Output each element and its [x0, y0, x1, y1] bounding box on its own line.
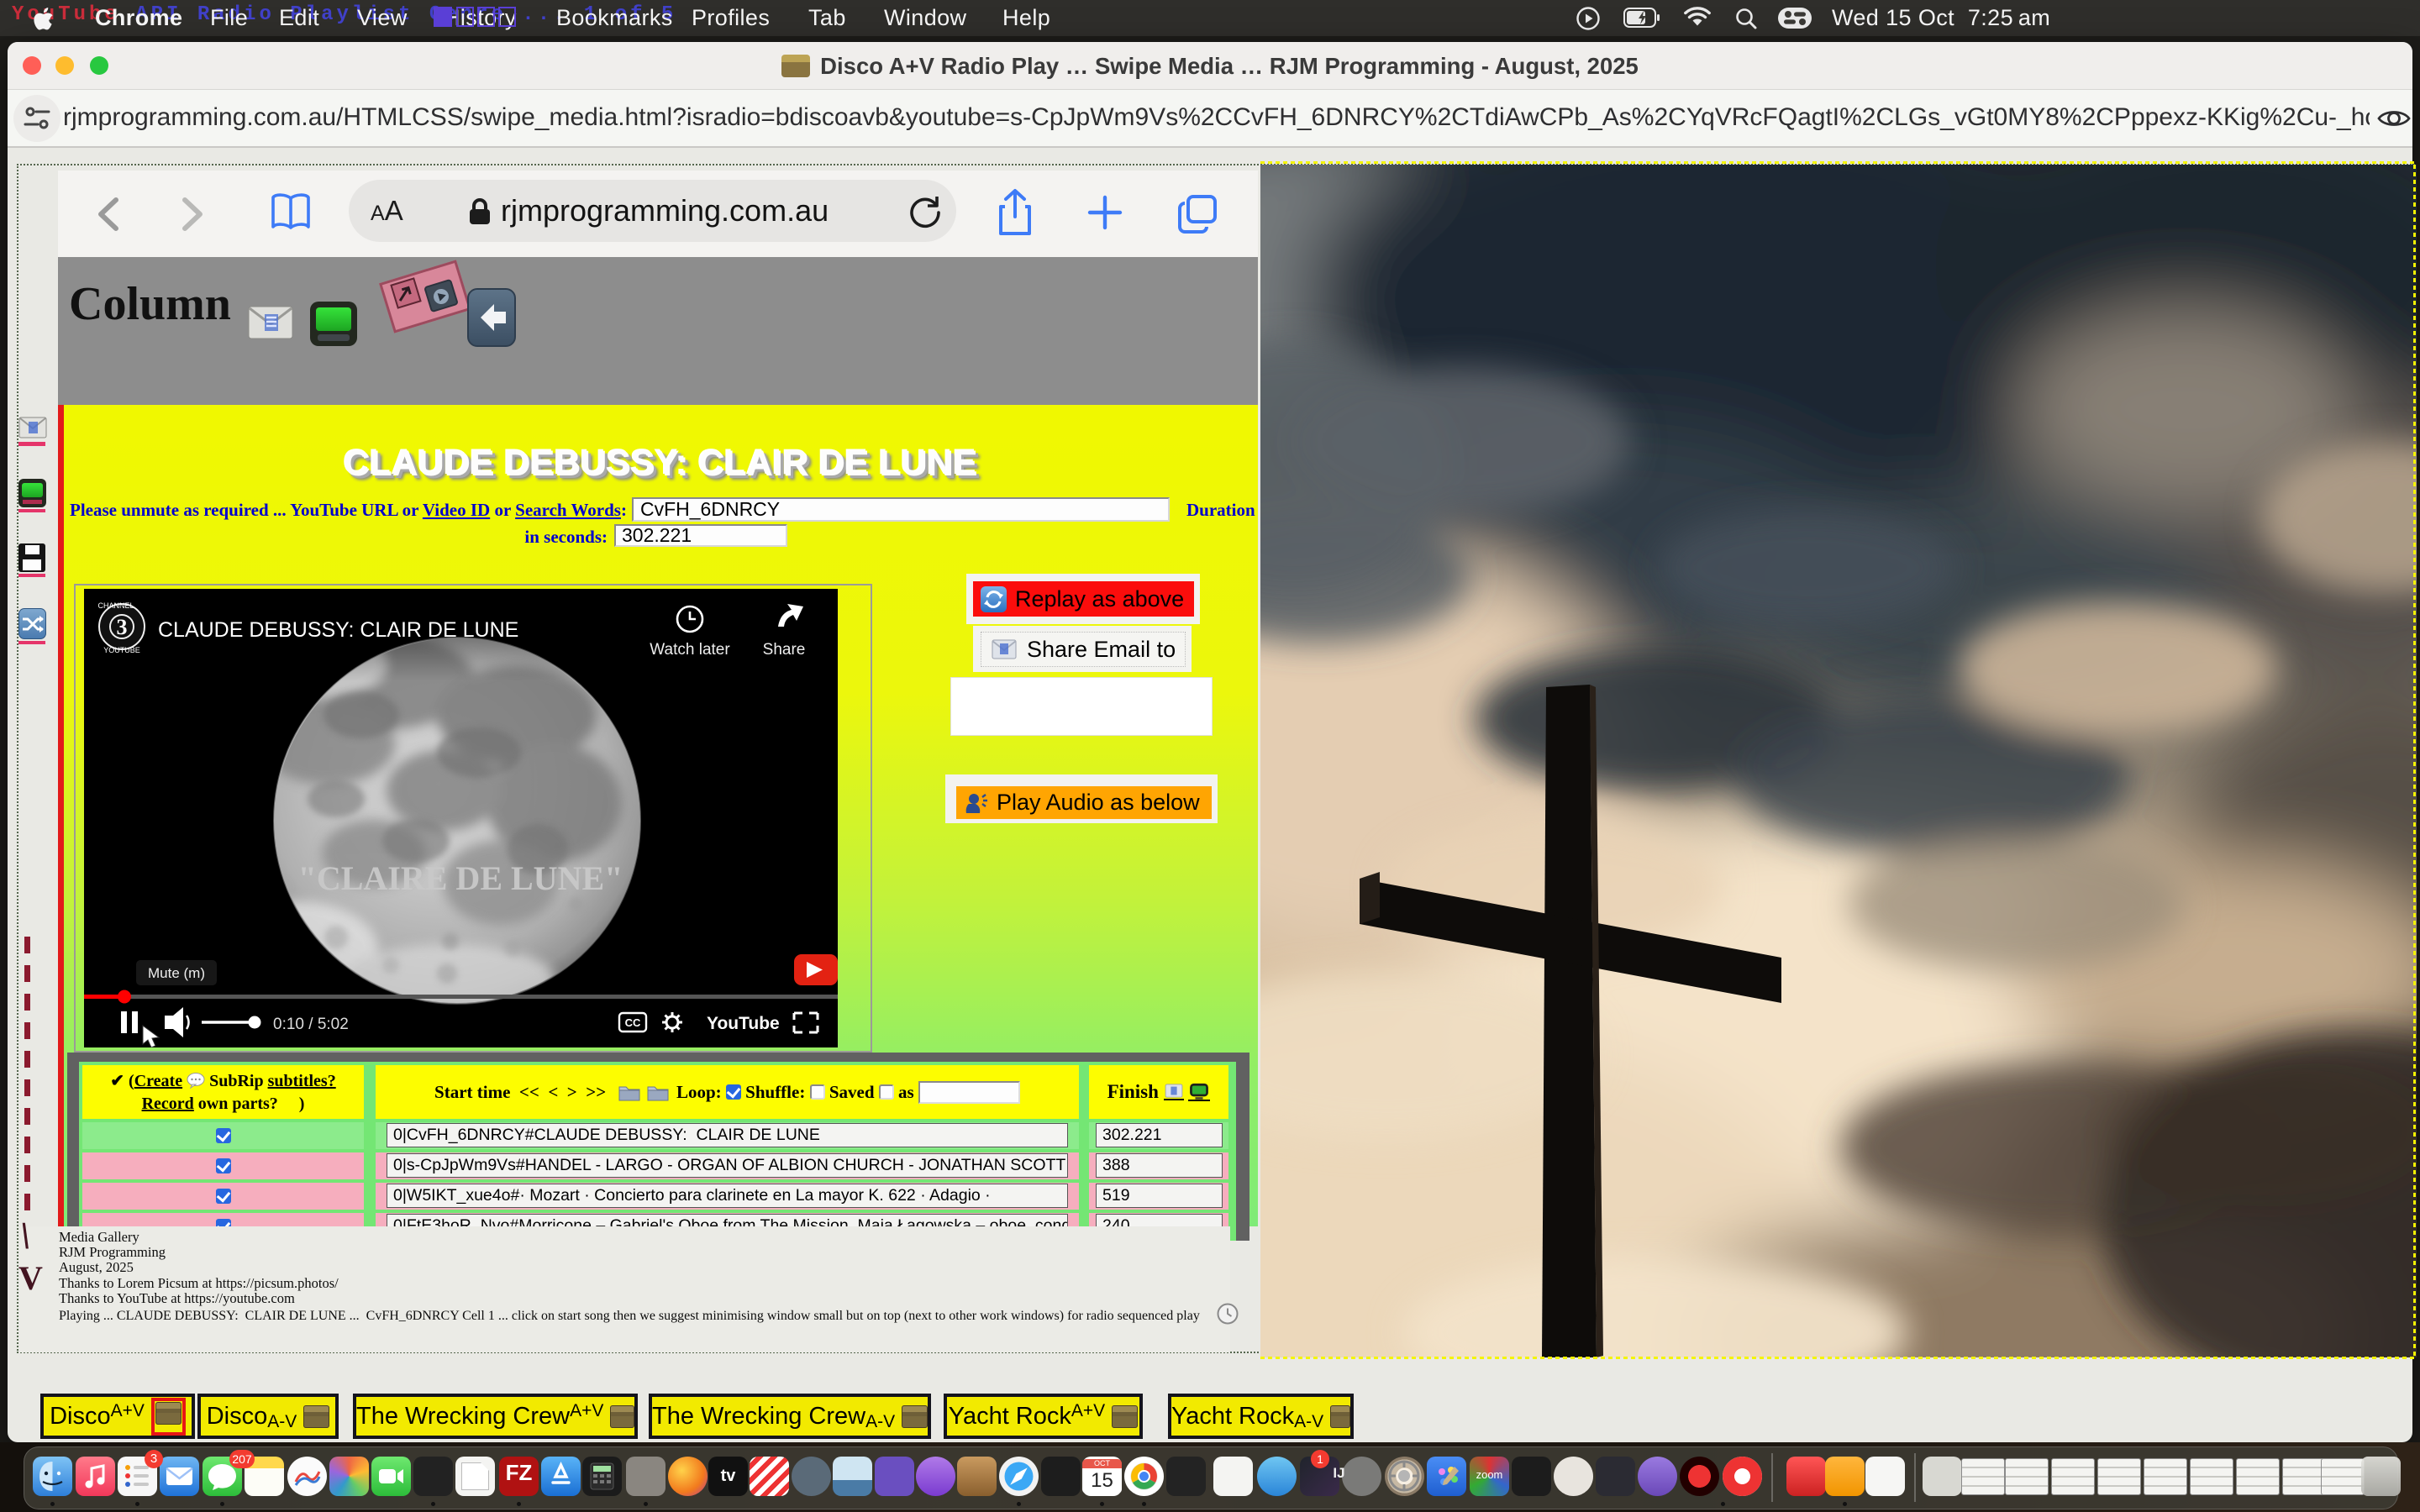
- svg-text:YOUTUBE: YOUTUBE: [103, 646, 140, 654]
- svg-text:"CLAIRE DE LUNE": "CLAIRE DE LUNE": [298, 859, 623, 897]
- svg-text:0:10 / 5:02: 0:10 / 5:02: [273, 1016, 349, 1033]
- svg-text:CC: CC: [625, 1016, 641, 1029]
- svg-text:Share: Share: [763, 641, 806, 659]
- svg-text:3: 3: [117, 615, 128, 639]
- svg-text:Watch later: Watch later: [650, 641, 730, 659]
- svg-text:CLAUDE DEBUSSY: CLAIR DE LUNE: CLAUDE DEBUSSY: CLAIR DE LUNE: [158, 618, 518, 642]
- svg-text:CHANNEL: CHANNEL: [97, 601, 134, 610]
- svg-text:Mute (m): Mute (m): [148, 965, 205, 981]
- svg-text:YouTube: YouTube: [707, 1014, 780, 1033]
